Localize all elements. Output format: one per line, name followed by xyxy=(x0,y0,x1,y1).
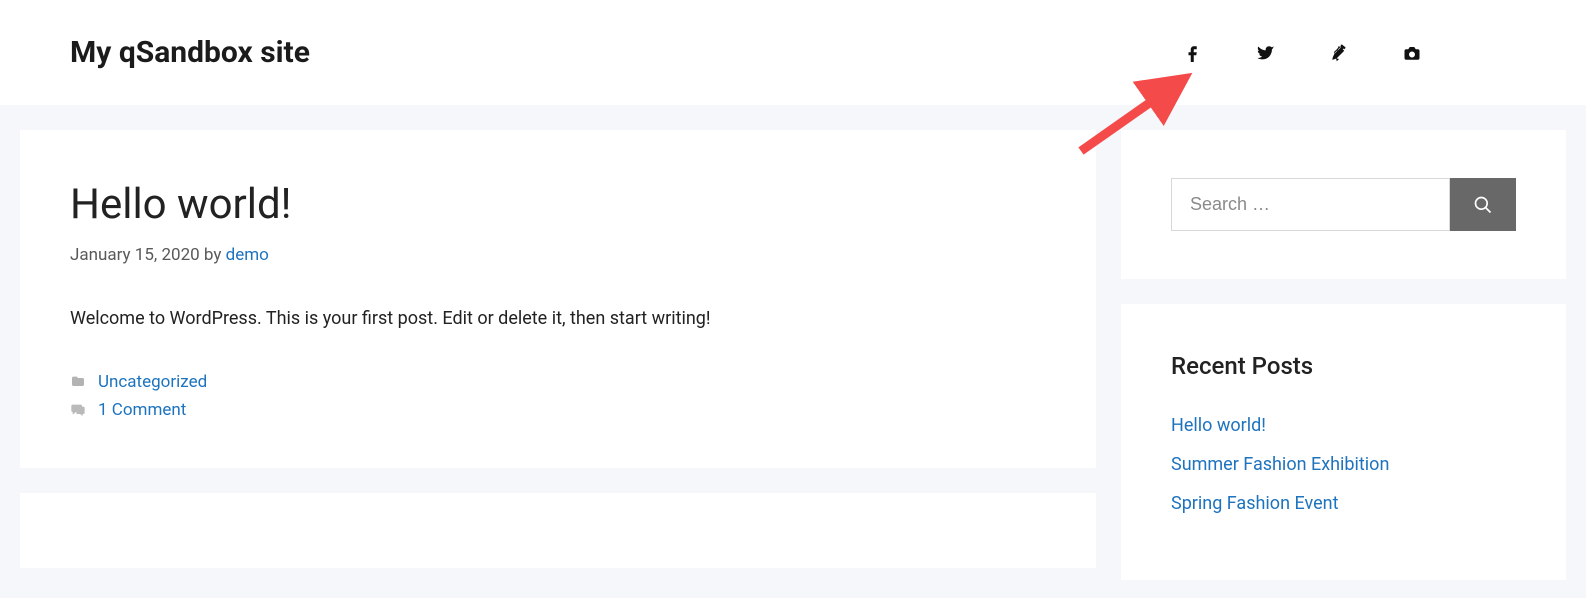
folder-icon xyxy=(70,374,86,390)
post-article-2 xyxy=(20,493,1096,568)
twitter-icon[interactable] xyxy=(1257,44,1275,62)
camera-icon[interactable] xyxy=(1403,44,1421,62)
post-comments-row: 1 Comment xyxy=(70,400,1046,420)
recent-posts-title: Recent Posts xyxy=(1171,352,1516,380)
facebook-icon[interactable] xyxy=(1184,44,1202,62)
post-title[interactable]: Hello world! xyxy=(70,180,1046,229)
post-author-link[interactable]: demo xyxy=(226,245,269,265)
comments-icon xyxy=(70,402,86,418)
search-widget xyxy=(1121,130,1566,279)
recent-post-link[interactable]: Spring Fashion Event xyxy=(1171,493,1338,514)
post-date: January 15, 2020 xyxy=(70,245,200,265)
pinterest-icon[interactable] xyxy=(1330,44,1348,62)
post-meta: January 15, 2020 by demo xyxy=(70,245,1046,265)
list-item: Summer Fashion Exhibition xyxy=(1171,454,1516,475)
social-icons xyxy=(1184,44,1516,62)
site-title[interactable]: My qSandbox site xyxy=(70,35,310,70)
content-wrap: Hello world! January 15, 2020 by demo We… xyxy=(0,105,1586,580)
main-column: Hello world! January 15, 2020 by demo We… xyxy=(20,130,1096,580)
post-article: Hello world! January 15, 2020 by demo We… xyxy=(20,130,1096,468)
search-icon xyxy=(1473,195,1493,215)
recent-posts-list: Hello world! Summer Fashion Exhibition S… xyxy=(1171,415,1516,514)
post-by-label: by xyxy=(204,245,222,265)
search-input[interactable] xyxy=(1171,178,1450,231)
search-form xyxy=(1171,178,1516,231)
category-link[interactable]: Uncategorized xyxy=(98,372,207,392)
comments-link[interactable]: 1 Comment xyxy=(98,400,186,420)
list-item: Hello world! xyxy=(1171,415,1516,436)
recent-post-link[interactable]: Hello world! xyxy=(1171,415,1266,436)
recent-posts-widget: Recent Posts Hello world! Summer Fashion… xyxy=(1121,304,1566,580)
recent-post-link[interactable]: Summer Fashion Exhibition xyxy=(1171,454,1389,475)
list-item: Spring Fashion Event xyxy=(1171,493,1516,514)
sidebar: Recent Posts Hello world! Summer Fashion… xyxy=(1121,130,1566,580)
search-button[interactable] xyxy=(1450,178,1516,231)
post-content: Welcome to WordPress. This is your first… xyxy=(70,305,1046,332)
site-header: My qSandbox site xyxy=(0,0,1586,105)
post-category-row: Uncategorized xyxy=(70,372,1046,392)
